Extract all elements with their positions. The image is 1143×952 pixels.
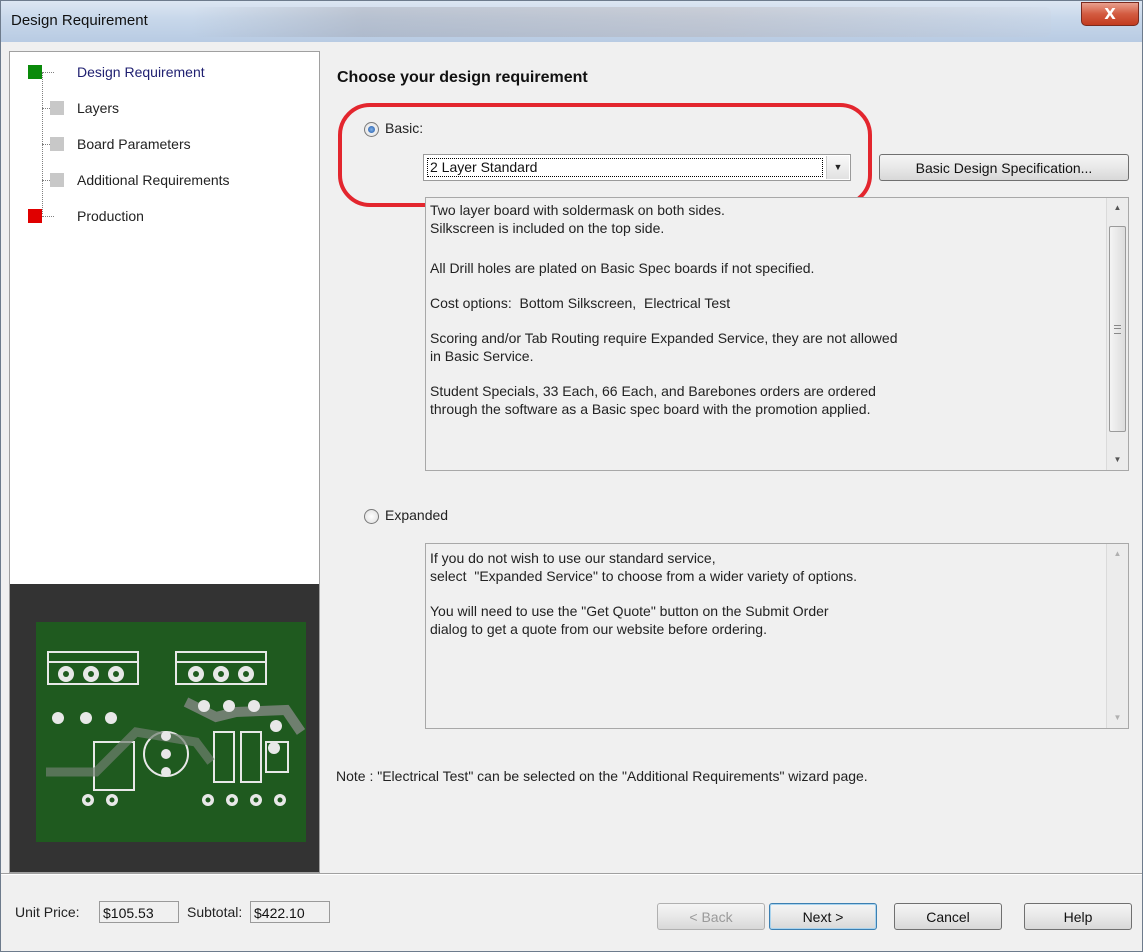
unit-price-value: $105.53: [99, 901, 179, 923]
grip-icon: [1114, 325, 1121, 334]
wizard-steps-panel: Design Requirement Layers Board Paramete…: [9, 51, 320, 873]
tree-branch: [42, 108, 50, 109]
basic-description-line: in Basic Service.: [430, 347, 534, 364]
tree-item-label: Layers: [77, 100, 120, 116]
window-title: Design Requirement: [11, 12, 148, 29]
tree-branch: [42, 72, 54, 73]
dialog-window: Design Requirement X Design Requirement …: [0, 0, 1143, 952]
scroll-down-arrow-icon[interactable]: ▼: [1107, 450, 1128, 470]
step-status-gray-icon: [50, 137, 64, 151]
tree-item-production[interactable]: Production: [10, 206, 310, 228]
expanded-radio[interactable]: [364, 509, 379, 524]
step-status-red-icon: [28, 209, 42, 223]
basic-description-line: All Drill holes are plated on Basic Spec…: [430, 260, 815, 276]
basic-description-box[interactable]: Two layer board with soldermask on both …: [425, 197, 1129, 471]
scrollbar-thumb[interactable]: [1109, 226, 1126, 432]
basic-design-specification-button[interactable]: Basic Design Specification...: [879, 154, 1129, 181]
tree-branch: [42, 216, 54, 217]
next-button[interactable]: Next >: [769, 903, 877, 930]
page-title: Choose your design requirement: [337, 69, 588, 86]
cancel-button[interactable]: Cancel: [894, 903, 1002, 930]
expanded-description-line: dialog to get a quote from our website b…: [430, 620, 767, 637]
tree-item-additional-requirements[interactable]: Additional Requirements: [10, 170, 310, 192]
combobox-value: 2 Layer Standard: [427, 158, 823, 177]
subtotal-value: $422.10: [250, 901, 330, 923]
title-bar-background: [191, 7, 1051, 37]
pcb-preview-image: [36, 622, 306, 842]
expanded-description-line: You will need to use the "Get Quote" but…: [430, 603, 829, 619]
tree-item-label: Additional Requirements: [77, 172, 230, 188]
basic-radio[interactable]: [364, 122, 379, 137]
subtotal-label: Subtotal:: [187, 904, 243, 920]
basic-description-line: through the software as a Basic spec boa…: [430, 400, 871, 417]
tree-item-design-requirement[interactable]: Design Requirement: [10, 62, 310, 84]
basic-description-line: Silkscreen is included on the top side.: [430, 219, 665, 236]
scroll-up-arrow-icon[interactable]: ▲: [1107, 198, 1128, 218]
footer-separator: [1, 873, 1142, 875]
close-button[interactable]: X: [1081, 2, 1139, 26]
expanded-description-line: select "Expanded Service" to choose from…: [430, 567, 858, 584]
scroll-up-arrow-icon[interactable]: ▲: [1107, 544, 1128, 564]
pcb-preview-area: [10, 584, 319, 872]
expanded-description-box[interactable]: If you do not wish to use our standard s…: [425, 543, 1129, 729]
scroll-down-arrow-icon[interactable]: ▼: [1107, 708, 1128, 728]
basic-description-line: Cost options: Bottom Silkscreen, Electri…: [430, 295, 731, 311]
step-status-gray-icon: [50, 173, 64, 187]
basic-description-line: Two layer board with soldermask on both …: [430, 202, 725, 218]
expanded-description-scrollbar[interactable]: ▲ ▼: [1106, 544, 1128, 728]
tree-item-label: Design Requirement: [77, 64, 205, 80]
back-button[interactable]: < Back: [657, 903, 765, 930]
title-bar: Design Requirement X: [1, 1, 1142, 42]
step-status-gray-icon: [50, 101, 64, 115]
chevron-down-icon[interactable]: ▼: [826, 156, 849, 179]
pcb-illustration: [46, 651, 306, 806]
unit-price-label: Unit Price:: [15, 904, 80, 920]
expanded-radio-label: Expanded: [385, 507, 449, 523]
expanded-description-line: If you do not wish to use our standard s…: [430, 550, 716, 566]
basic-description-line: Scoring and/or Tab Routing require Expan…: [430, 330, 898, 346]
basic-description-scrollbar[interactable]: ▲ ▼: [1106, 198, 1128, 470]
electrical-test-note: Note : "Electrical Test" can be selected…: [336, 768, 868, 784]
tree-item-board-parameters[interactable]: Board Parameters: [10, 134, 310, 156]
tree-branch: [42, 144, 50, 145]
tree-branch: [42, 180, 50, 181]
basic-spec-combobox[interactable]: 2 Layer Standard ▼: [423, 154, 851, 181]
tree-item-label: Board Parameters: [77, 136, 191, 152]
basic-radio-label: Basic:: [385, 120, 424, 136]
help-button[interactable]: Help: [1024, 903, 1132, 930]
tree-item-label: Production: [77, 208, 144, 224]
tree-item-layers[interactable]: Layers: [10, 98, 310, 120]
step-status-green-icon: [28, 65, 42, 79]
basic-description-line: Student Specials, 33 Each, 66 Each, and …: [430, 383, 876, 399]
